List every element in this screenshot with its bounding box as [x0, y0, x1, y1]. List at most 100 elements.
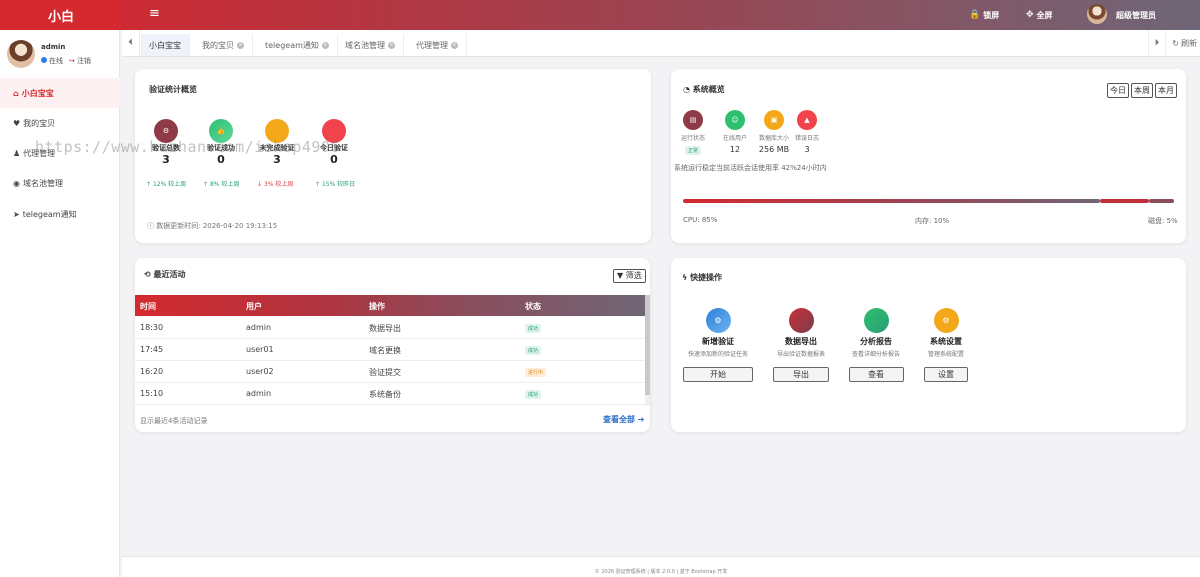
refresh-button[interactable]: ↻ 刷新 [1169, 30, 1200, 56]
tab-telegram[interactable]: telegeam通知 × [257, 34, 338, 56]
status-badge: 成功 [525, 346, 542, 355]
export-icon [788, 308, 814, 333]
stat-pending: 未完成验证 3 [252, 119, 302, 166]
trend-today: ↑ 15% 较昨日 [315, 179, 355, 188]
trend-total: ↑ 12% 较上周 [146, 179, 186, 188]
tab-treasure[interactable]: 我的宝贝 × [194, 34, 253, 56]
sidebar-status: 在线 ↪ 注销 [41, 56, 91, 66]
cell-action: 域名更换 [369, 346, 401, 355]
tab-home[interactable]: 小白宝宝 [141, 34, 190, 56]
sidebar-item-treasure[interactable]: ♥ 我的宝贝 [0, 108, 120, 138]
system-run-status: ▤ 运行状态 正常 [673, 110, 713, 155]
close-icon[interactable]: × [237, 41, 244, 49]
table-scroll-thumb[interactable] [645, 295, 650, 395]
quick-title: 新增验证 [702, 337, 734, 346]
sidebar-item-label: 我的宝贝 [23, 118, 56, 128]
bolt-icon: ϟ [682, 273, 691, 282]
lock-label: 锁屏 [983, 10, 1000, 20]
memory-label: 内存: 10% [915, 217, 950, 225]
system-online-users: ☺ 在线用户 12 [715, 110, 755, 154]
gear-icon: ⚙ [933, 308, 959, 333]
heart-icon: ♥ [13, 118, 21, 128]
tab-label: telegeam通知 [265, 40, 319, 50]
user-menu[interactable]: 超级管理员 [1116, 0, 1156, 30]
sidebar-item-domains[interactable]: ◉ 域名池管理 [0, 168, 120, 198]
online-label: 在线 [49, 57, 63, 65]
table-row: 15:10 admin 系统备份 成功 [135, 383, 645, 405]
sidebar-avatar [7, 40, 35, 68]
cell-time: 17:45 [140, 345, 164, 354]
gear-icon: ⚙ [705, 308, 731, 333]
sidebar-item-label: telegeam通知 [22, 209, 77, 219]
card-title: ⟲ 最近活动 [144, 269, 186, 280]
tab-bar: ⏴ 小白宝宝 我的宝贝 × telegeam通知 × 域名池管理 × 代理管理 × ⏵ … [122, 30, 1200, 57]
sys-label: 错误日志 [794, 135, 819, 142]
avatar[interactable] [1087, 4, 1107, 24]
chart-icon [863, 308, 889, 333]
history-icon: ⟲ [144, 270, 154, 279]
start-button[interactable]: 开始 [683, 367, 753, 382]
view-all-label: 查看全部 [603, 415, 635, 424]
period-month-button[interactable]: 本月 [1155, 83, 1177, 98]
menu-toggle-icon[interactable]: ≡ [149, 6, 160, 21]
trend-label: 15% 较昨日 [321, 181, 356, 188]
close-icon[interactable]: × [451, 41, 458, 49]
sidebar-item-label: 代理管理 [23, 148, 56, 158]
quick-actions-card: ϟ 快捷操作 ⚙ 新增验证 快速添加新的验证任务 开始 数据导出 导出验证数据报… [671, 258, 1186, 432]
arrow-down-icon: ↓ [257, 181, 264, 188]
trend-label: 8% 较上周 [209, 181, 240, 188]
settings-button[interactable]: 设置 [924, 367, 968, 382]
activity-footer: 显示最近4条活动记录 [140, 417, 208, 425]
activity-card: ⟲ 最近活动 ▼ 筛选 时间 用户 操作 状态 18:30 admin 数据导出… [135, 258, 650, 432]
update-time: ⓘ 数据更新时间: 2026-04-20 19:13:15 [147, 221, 277, 231]
column-header: 操作 [369, 302, 385, 311]
stat-success: 👍 验证成功 0 [196, 119, 246, 166]
fullscreen-button[interactable]: ✥ 全屏 [1026, 0, 1053, 30]
period-week-button[interactable]: 本周 [1131, 83, 1153, 98]
sys-value: 3 [804, 145, 810, 154]
stat-value: 0 [217, 153, 225, 166]
expand-icon: ✥ [1026, 10, 1034, 20]
stat-total: ⚙ 验证总数 3 [141, 119, 191, 166]
cell-action: 系统备份 [369, 390, 401, 399]
globe-icon: ◉ [13, 178, 20, 188]
tab-scroll-left-icon[interactable]: ⏴ [122, 30, 140, 56]
gear-icon: ⚙ [154, 119, 178, 143]
export-button[interactable]: 导出 [773, 367, 829, 382]
tab-agents[interactable]: 代理管理 × [408, 34, 467, 56]
trend-pending: ↓ 3% 较上周 [257, 179, 293, 188]
warning-icon: ▲ [797, 110, 817, 130]
tab-label: 域名池管理 [345, 40, 385, 50]
lock-screen-button[interactable]: 🔒 锁屏 [969, 0, 999, 30]
close-icon[interactable]: × [321, 41, 329, 49]
sidebar-item-telegram[interactable]: ➤ telegeam通知 [0, 199, 120, 229]
clock-icon [265, 119, 289, 143]
online-dot-icon [41, 57, 47, 63]
stat-label: 验证总数 [152, 144, 180, 152]
database-icon: ▣ [764, 110, 784, 130]
stat-value: 3 [273, 153, 281, 166]
view-button[interactable]: 查看 [848, 367, 904, 382]
arrow-up-icon: ↑ [146, 181, 153, 188]
sidebar-item-home[interactable]: ⌂ 小白宝宝 [0, 78, 120, 108]
table-header: 时间 用户 操作 状态 [135, 295, 645, 316]
tab-scroll-right-icon[interactable]: ⏵ [1148, 30, 1166, 56]
tab-domains[interactable]: 域名池管理 × [337, 34, 404, 56]
quick-title: 系统设置 [930, 337, 962, 346]
brand-logo[interactable]: 小白 [0, 0, 122, 30]
card-title: ϟ 快捷操作 [682, 272, 722, 283]
stat-value: 3 [162, 153, 170, 166]
tab-label: 我的宝贝 [202, 40, 234, 50]
quick-desc: 管理系统配置 [927, 351, 964, 358]
arrow-right-icon: ➔ [635, 415, 645, 424]
status-badge: 成功 [525, 324, 542, 333]
filter-button[interactable]: ▼ 筛选 [613, 269, 646, 283]
card-title-text: 快捷操作 [690, 273, 723, 282]
logout-link[interactable]: ↪ 注销 [69, 56, 91, 66]
cell-time: 15:10 [140, 389, 164, 398]
sidebar-item-agents[interactable]: ♟ 代理管理 [0, 138, 120, 168]
period-today-button[interactable]: 今日 [1107, 83, 1129, 98]
close-icon[interactable]: × [388, 41, 395, 49]
disk-label: 磁盘: 5% [1148, 217, 1178, 225]
view-all-link[interactable]: 查看全部 ➔ [603, 414, 645, 425]
